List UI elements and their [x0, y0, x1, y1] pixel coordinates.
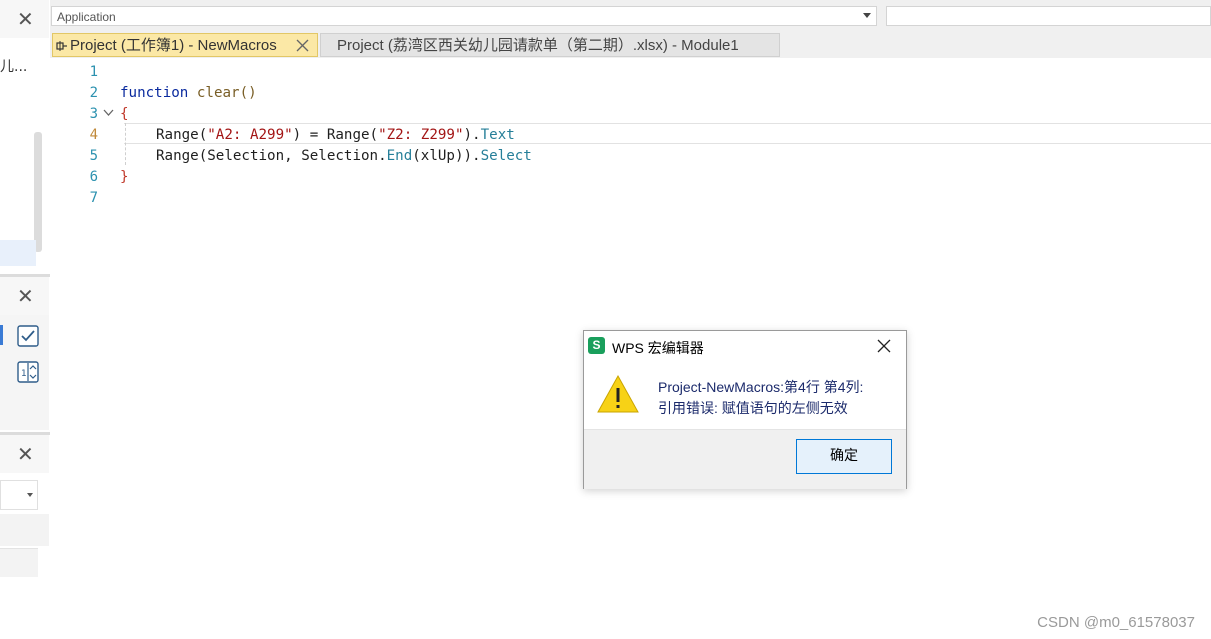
object-procedure-bar: Application	[50, 0, 1211, 32]
immediate-panel-header: ✕	[0, 435, 49, 473]
panel-dropdown[interactable]	[0, 480, 38, 510]
property-token: Text	[480, 127, 515, 143]
watermark: CSDN @m0_61578037	[1037, 614, 1195, 631]
editor-tab-bar: Project (工作簿1) - NewMacros Project (荔湾区西…	[50, 32, 1211, 59]
left-panel-column: ✕ 儿... ✕ 1 ✕	[0, 0, 51, 639]
object-combo[interactable]: Application	[51, 6, 877, 26]
fold-chevron-icon[interactable]	[103, 108, 114, 117]
code-line-4[interactable]: Range("A2: A299") = Range("Z2: Z299").Te…	[156, 125, 515, 146]
dialog-close-icon[interactable]	[877, 339, 891, 353]
properties-panel-close-icon[interactable]: ✕	[17, 286, 34, 306]
properties-panel-header: ✕	[0, 277, 49, 315]
project-tree-selected-row[interactable]	[0, 240, 36, 266]
string-token: "Z2: Z299"	[378, 127, 464, 143]
project-panel-close-icon[interactable]: ✕	[17, 9, 34, 29]
indent-guide	[125, 123, 126, 165]
keyword-token: function	[120, 85, 189, 101]
wps-app-icon: S	[588, 337, 605, 354]
method-token: End	[386, 148, 413, 164]
code-line-3[interactable]: {	[120, 104, 129, 125]
object-combo-value: Application	[57, 10, 116, 24]
procedure-combo[interactable]	[886, 6, 1211, 26]
code-token: Range(	[156, 127, 208, 143]
line-number: 1	[89, 64, 98, 80]
immediate-panel-close-icon[interactable]: ✕	[17, 444, 34, 464]
line-number: 3	[89, 106, 98, 122]
code-token: ) = Range(	[292, 127, 379, 143]
pin-icon[interactable]	[56, 40, 68, 52]
code-line-2[interactable]: function clear()	[120, 83, 257, 104]
line-number: 7	[89, 190, 98, 206]
warning-icon	[597, 374, 639, 413]
tab-close-icon[interactable]	[296, 39, 309, 52]
dialog-message-line-2: 引用错误: 赋值语句的左侧无效	[658, 400, 848, 416]
line-number: 5	[89, 148, 98, 164]
tab-label: Project (荔湾区西关幼儿园请款单（第二期）.xlsx) - Module…	[337, 37, 739, 54]
properties-panel-body: 1	[0, 315, 49, 430]
close-brace-token: }	[120, 169, 129, 185]
line-number: 6	[89, 169, 98, 185]
current-line-number: 4	[89, 127, 98, 143]
tab-newmacros[interactable]: Project (工作簿1) - NewMacros	[52, 33, 318, 57]
function-name-token: clear()	[196, 85, 257, 101]
spin-button-property-icon[interactable]: 1	[17, 361, 39, 383]
dialog-footer: 确定	[584, 429, 906, 489]
code-token: (xlUp)).	[412, 148, 481, 164]
code-token: Range(Selection, Selection.	[156, 148, 387, 164]
code-line-5[interactable]: Range(Selection, Selection.End(xlUp)).Se…	[156, 146, 532, 167]
project-tree-item-text[interactable]: 儿...	[0, 56, 27, 76]
string-token: "A2: A299"	[207, 127, 293, 143]
panel-row-2	[0, 548, 38, 577]
line-number: 2	[89, 85, 98, 101]
project-panel-scrollbar[interactable]	[34, 132, 42, 252]
panel-row	[0, 514, 49, 546]
properties-selection-marker	[0, 325, 3, 345]
tab-module1[interactable]: Project (荔湾区西关幼儿园请款单（第二期）.xlsx) - Module…	[320, 33, 780, 57]
checkbox-property-icon[interactable]	[17, 325, 39, 347]
chevron-down-icon	[863, 13, 871, 18]
ok-button[interactable]: 确定	[796, 439, 892, 474]
code-line-6[interactable]: }	[120, 167, 129, 188]
dialog-message-line-1: Project-NewMacros:第4行 第4列:	[658, 379, 864, 395]
chevron-down-icon	[27, 493, 33, 497]
project-panel-header: ✕	[0, 0, 49, 38]
method-token: Select	[480, 148, 532, 164]
open-brace-token: {	[120, 106, 129, 122]
code-token: ).	[463, 127, 481, 143]
tab-label: Project (工作簿1) - NewMacros	[70, 37, 277, 54]
dialog-title: WPS 宏编辑器	[612, 340, 704, 356]
svg-text:1: 1	[21, 369, 27, 379]
error-dialog: S WPS 宏编辑器 Project-NewMacros:第4行 第4列: 引用…	[583, 330, 907, 489]
